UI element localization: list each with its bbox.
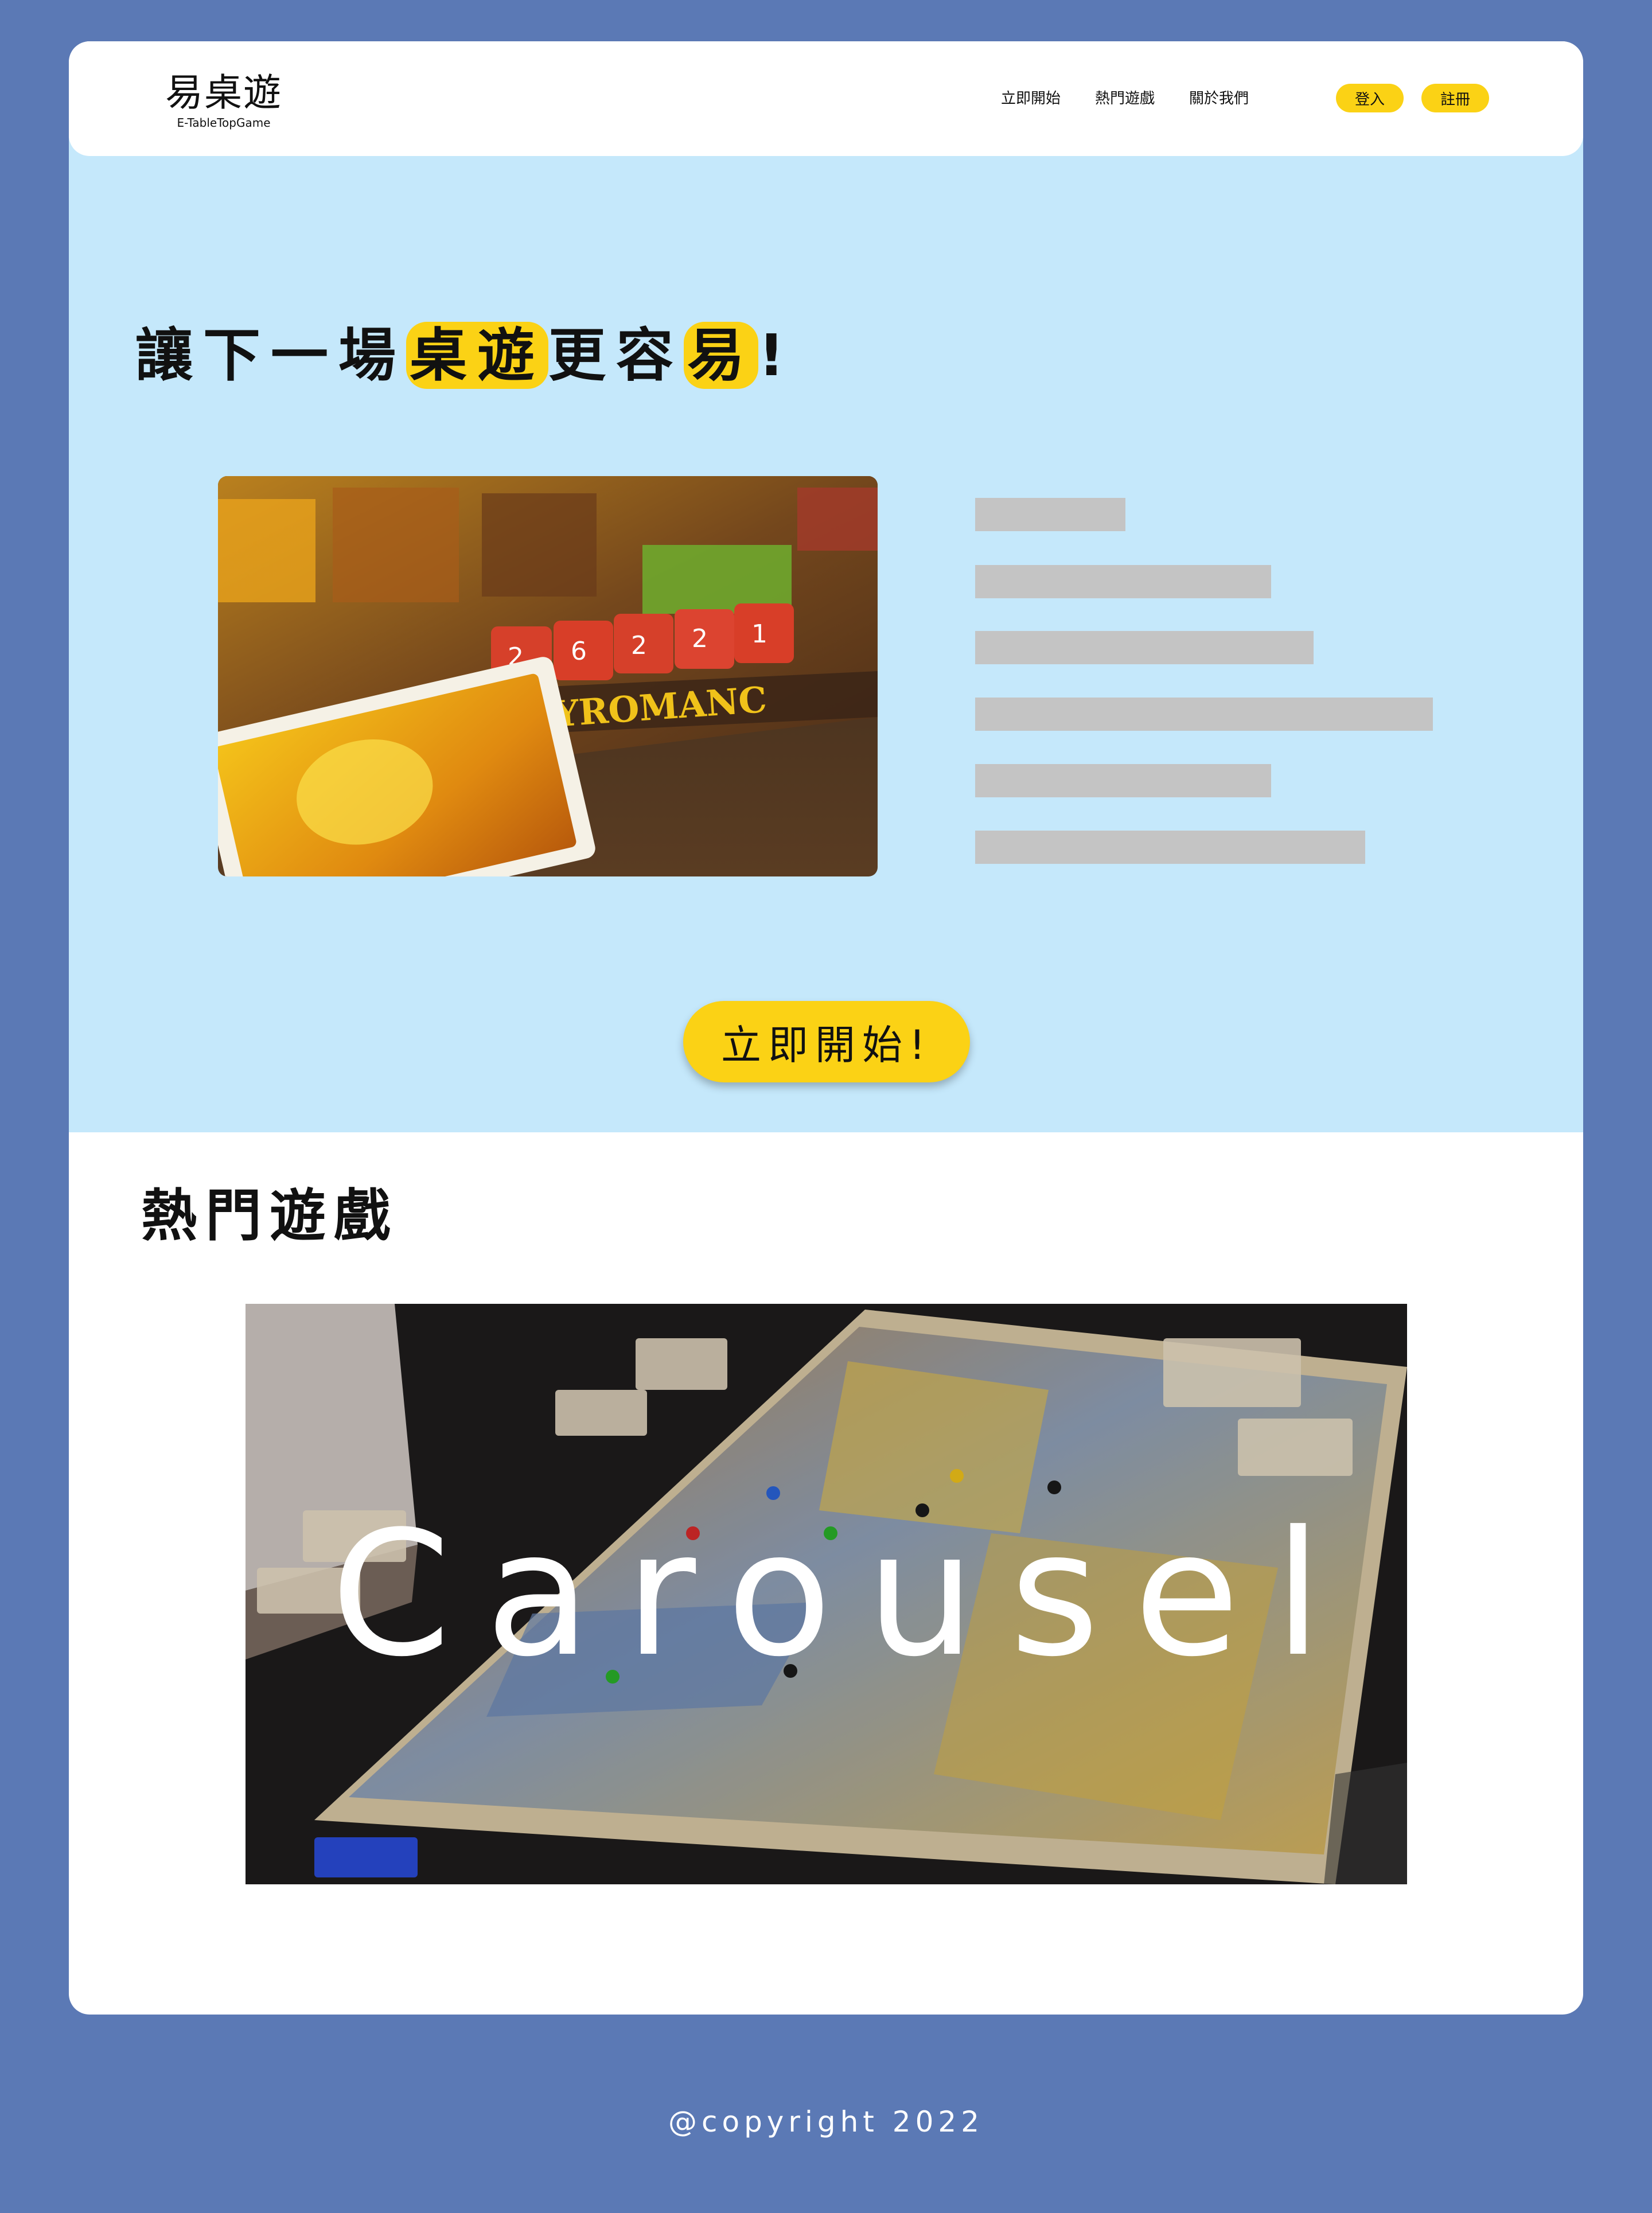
- placeholder-line: [975, 498, 1125, 531]
- placeholder-line: [975, 565, 1271, 598]
- hero-title-part: !: [758, 322, 795, 389]
- svg-text:2: 2: [692, 624, 708, 653]
- hero-title-highlight: 易: [684, 322, 758, 389]
- footer-copyright: @copyright 2022: [668, 2105, 984, 2138]
- main-nav: 立即開始 熱門遊戲 關於我們: [1001, 87, 1283, 110]
- hero-title-part: 讓下一場: [135, 322, 406, 389]
- svg-text:6: 6: [571, 637, 587, 666]
- site-header: 易桌遊 E-TableTopGame 立即開始 熱門遊戲 關於我們 登入 註冊: [69, 41, 1583, 156]
- logo[interactable]: 易桌遊 E-TableTopGame: [165, 70, 282, 130]
- nav-popular-games[interactable]: 熱門遊戲: [1095, 87, 1155, 110]
- page-card: 易桌遊 E-TableTopGame 立即開始 熱門遊戲 關於我們 登入 註冊 …: [69, 41, 1583, 2015]
- placeholder-line: [975, 631, 1314, 664]
- hero-title-highlight: 桌遊: [406, 322, 548, 389]
- carousel-label: Carousel: [330, 1494, 1357, 1694]
- popular-games-title: 熱門遊戲: [141, 1183, 399, 1249]
- placeholder-line: [975, 831, 1365, 864]
- placeholder-line: [975, 764, 1271, 797]
- popular-games-carousel[interactable]: Carousel: [246, 1304, 1407, 1884]
- hero-image: PYROMANC 2 6 2 2 1: [218, 476, 878, 876]
- logo-title: 易桌遊: [165, 71, 282, 115]
- start-now-button[interactable]: 立即開始!: [683, 1001, 970, 1082]
- placeholder-line: [975, 698, 1433, 731]
- hero-section: 讓下一場桌遊更容易! PYROMANC 2 6 2 2 1 立即開始!: [69, 138, 1583, 1132]
- nav-about-us[interactable]: 關於我們: [1189, 87, 1249, 110]
- logo-subtitle: E-TableTopGame: [177, 116, 271, 130]
- nav-start[interactable]: 立即開始: [1001, 87, 1061, 110]
- svg-text:2: 2: [631, 631, 647, 660]
- signup-button[interactable]: 註冊: [1421, 84, 1489, 112]
- login-button[interactable]: 登入: [1336, 84, 1404, 112]
- hero-title: 讓下一場桌遊更容易!: [135, 315, 795, 396]
- svg-text:1: 1: [751, 620, 767, 649]
- hero-title-part: 更容: [548, 322, 684, 389]
